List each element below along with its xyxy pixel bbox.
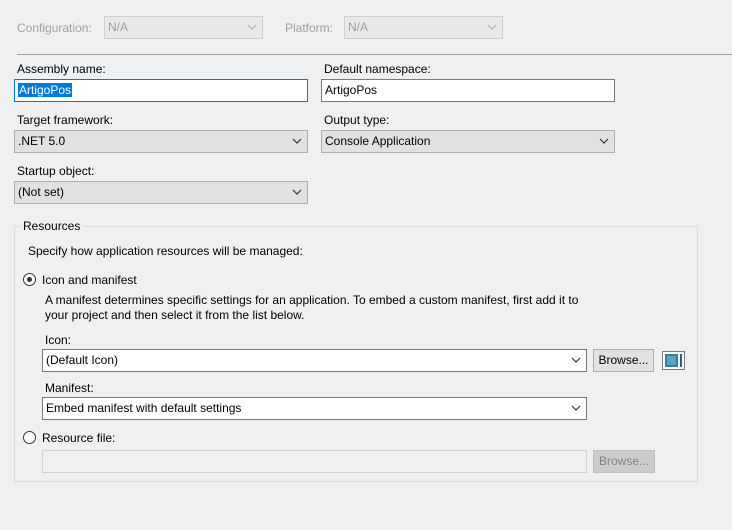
startup-object-value: (Not set) — [18, 185, 65, 199]
startup-object-dropdown[interactable]: (Not set) — [14, 181, 308, 204]
icon-browse-button[interactable]: Browse... — [593, 349, 654, 372]
icon-combobox[interactable]: (Default Icon) — [42, 349, 587, 372]
chevron-down-icon — [487, 24, 497, 30]
icon-preview-icon — [662, 351, 685, 370]
default-namespace-input[interactable]: ArtigoPos — [321, 79, 615, 102]
chevron-down-icon — [571, 357, 581, 363]
platform-value: N/A — [348, 20, 369, 34]
manifest-label: Manifest: — [45, 381, 94, 395]
chevron-down-icon — [247, 24, 257, 30]
resource-file-input[interactable] — [42, 450, 587, 473]
manifest-note-line2: your project and then select it from the… — [45, 308, 305, 322]
manifest-note-line1: A manifest determines specific settings … — [45, 293, 579, 307]
assembly-name-label: Assembly name: — [17, 62, 106, 76]
icon-manifest-radio[interactable] — [23, 273, 36, 286]
output-type-value: Console Application — [325, 134, 431, 148]
assembly-name-input[interactable]: ArtigoPos — [14, 79, 308, 102]
assembly-name-value: ArtigoPos — [18, 83, 73, 97]
chevron-down-icon — [571, 405, 581, 411]
resource-file-browse-button[interactable]: Browse... — [593, 450, 655, 473]
configuration-value: N/A — [108, 20, 129, 34]
output-type-dropdown[interactable]: Console Application — [321, 130, 615, 153]
resource-file-label[interactable]: Resource file: — [42, 431, 115, 445]
radio-selected-dot — [27, 277, 32, 282]
configuration-dropdown[interactable]: N/A — [104, 16, 263, 39]
resources-description: Specify how application resources will b… — [28, 244, 303, 258]
platform-label: Platform: — [285, 21, 334, 35]
target-framework-value: .NET 5.0 — [18, 134, 66, 148]
startup-object-label: Startup object: — [17, 164, 95, 178]
default-namespace-value: ArtigoPos — [325, 83, 378, 97]
resources-title: Resources — [20, 219, 84, 233]
icon-label: Icon: — [45, 333, 72, 347]
default-namespace-label: Default namespace: — [324, 62, 431, 76]
chevron-down-icon — [599, 138, 609, 144]
target-framework-dropdown[interactable]: .NET 5.0 — [14, 130, 308, 153]
icon-value: (Default Icon) — [46, 353, 119, 367]
manifest-value: Embed manifest with default settings — [46, 401, 242, 415]
platform-dropdown[interactable]: N/A — [344, 16, 503, 39]
manifest-dropdown[interactable]: Embed manifest with default settings — [42, 397, 587, 420]
target-framework-label: Target framework: — [17, 113, 114, 127]
configuration-label: Configuration: — [17, 21, 92, 35]
chevron-down-icon — [292, 189, 302, 195]
output-type-label: Output type: — [324, 113, 390, 127]
separator-line — [17, 54, 732, 55]
icon-manifest-label[interactable]: Icon and manifest — [42, 273, 137, 287]
chevron-down-icon — [292, 138, 302, 144]
resource-file-radio[interactable] — [23, 431, 36, 444]
